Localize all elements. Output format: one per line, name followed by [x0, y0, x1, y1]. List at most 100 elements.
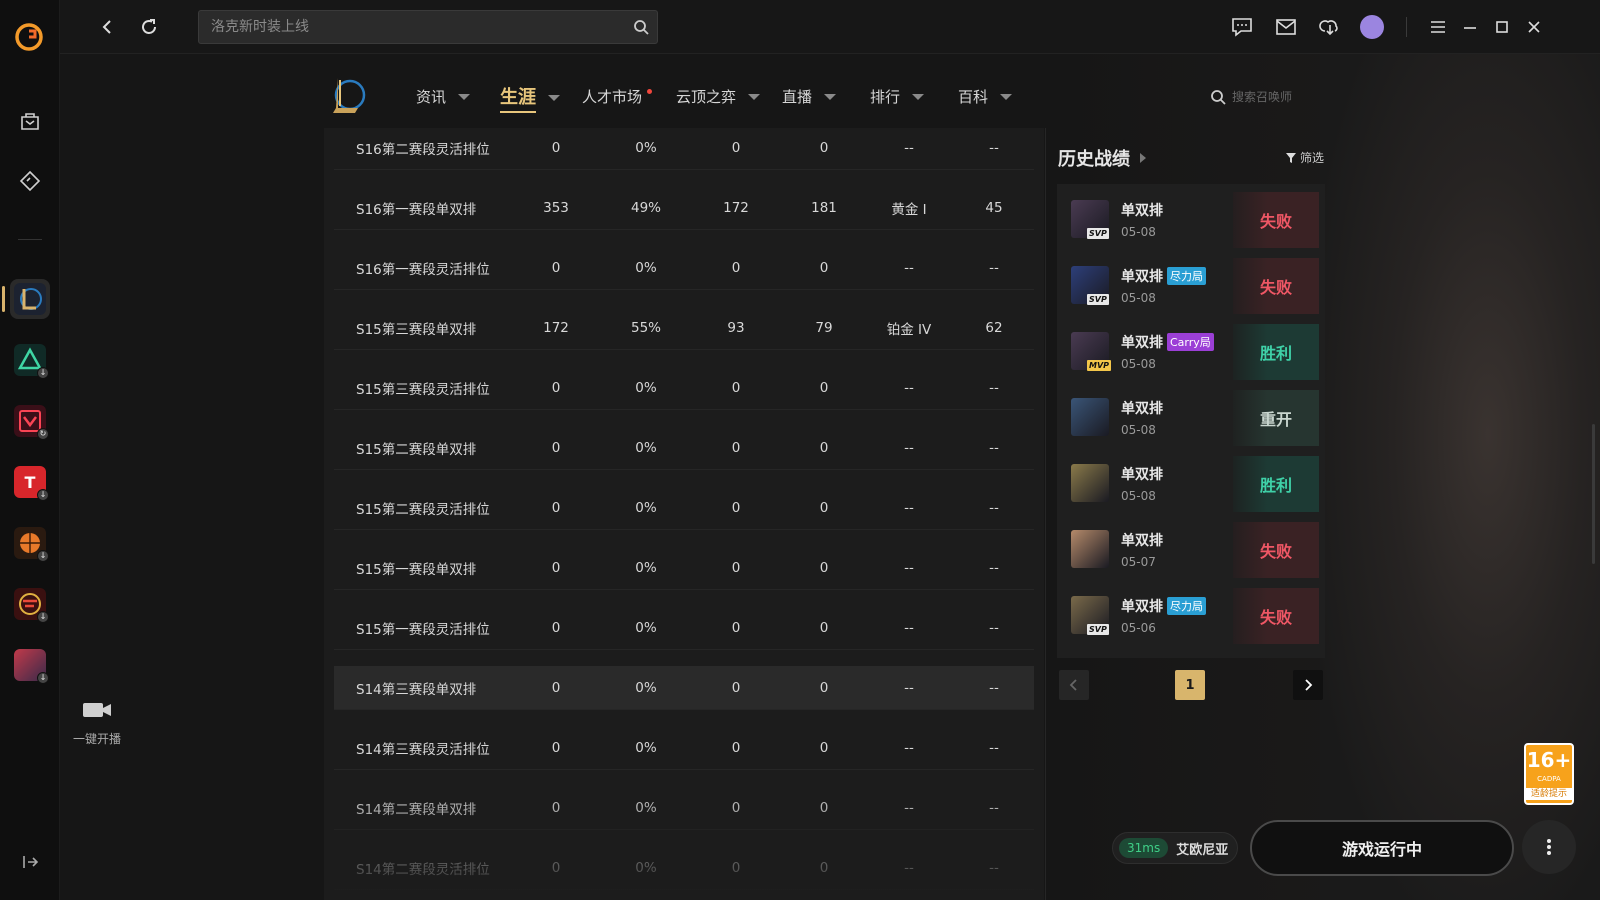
stat-cell: --	[989, 439, 999, 456]
table-row[interactable]: S14第三赛段灵活排位 0 0% 0 0 -- --	[334, 726, 1034, 770]
season-stats-table[interactable]: S16第二赛段灵活排位 0 0% 0 0 -- -- S16第一赛段单双排 353 49% 172 1…	[324, 128, 1044, 900]
stat-cell: 0	[551, 679, 561, 696]
match-date: 05-08	[1121, 489, 1156, 503]
mail-button[interactable]	[1274, 15, 1298, 39]
launch-game-button[interactable]: 游戏运行中	[1250, 820, 1514, 876]
server-status[interactable]: 31ms 艾欧尼亚	[1112, 832, 1238, 864]
nav-career[interactable]: 生涯	[500, 83, 560, 113]
history-title[interactable]: 历史战绩	[1058, 145, 1146, 171]
next-page-button[interactable]	[1293, 670, 1323, 700]
nav-news[interactable]: 资讯	[416, 86, 471, 107]
match-item[interactable]: 单双排 05-07 失败	[1063, 516, 1319, 578]
page-scrollbar[interactable]	[1592, 424, 1595, 564]
download-icon	[1319, 20, 1338, 36]
summoner-search[interactable]: 搜索召唤师	[1210, 88, 1292, 105]
maximize-button[interactable]	[1490, 15, 1514, 39]
champion-portrait	[1071, 398, 1109, 436]
table-row[interactable]: S15第三赛段灵活排位 0 0% 0 0 -- --	[334, 366, 1034, 410]
match-result: 失败	[1233, 192, 1319, 248]
nav-tft[interactable]: 云顶之弈	[676, 86, 761, 107]
filter-button[interactable]: 筛选	[1286, 149, 1324, 166]
app-logo-icon[interactable]	[14, 22, 44, 52]
game-cf[interactable]: ↓	[10, 584, 50, 624]
caret-down-icon	[748, 93, 761, 100]
stat-cell: 0	[819, 619, 829, 636]
table-row[interactable]: S14第三赛段单双排 0 0% 0 0 -- --	[334, 666, 1034, 710]
page-number-button[interactable]: 1	[1175, 670, 1205, 700]
stat-cell: --	[904, 619, 914, 636]
table-row[interactable]: S15第二赛段灵活排位 0 0% 0 0 -- --	[334, 486, 1034, 530]
search-icon[interactable]	[633, 19, 649, 35]
chat-button[interactable]	[1230, 15, 1254, 39]
expand-rail-icon[interactable]	[20, 852, 40, 872]
global-search-input[interactable]	[211, 11, 611, 43]
game-basketball[interactable]: ↓	[10, 523, 50, 563]
table-row[interactable]: S15第三赛段单双排 172 55% 93 79 铂金 IV 62	[334, 306, 1034, 350]
nav-live[interactable]: 直播	[782, 86, 837, 107]
match-mode-label: 单双排	[1121, 467, 1163, 483]
ping-badge: 31ms	[1119, 838, 1169, 858]
table-row[interactable]: S16第一赛段单双排 353 49% 172 181 黄金 I 45	[334, 186, 1034, 230]
user-avatar-button[interactable]	[1360, 15, 1384, 39]
game-lol[interactable]	[10, 279, 50, 319]
stat-cell: 0	[551, 259, 561, 276]
nav-wiki[interactable]: 百科	[958, 86, 1013, 107]
match-mode-label: 单双排	[1121, 533, 1163, 549]
table-row[interactable]: S16第二赛段灵活排位 0 0% 0 0 -- --	[334, 128, 1034, 170]
match-item[interactable]: MVP 单双排 Carry局 05-08 胜利	[1063, 318, 1319, 380]
minimize-icon	[1464, 27, 1476, 29]
download-badge-icon: ↓	[37, 550, 49, 562]
history-title-label: 历史战绩	[1058, 149, 1130, 170]
table-row[interactable]: S14第二赛段灵活排位 0 0% 0 0 -- --	[334, 846, 1034, 890]
refresh-button[interactable]	[136, 14, 162, 40]
close-button[interactable]	[1522, 15, 1546, 39]
table-row[interactable]: S15第一赛段灵活排位 0 0% 0 0 -- --	[334, 606, 1034, 650]
table-row[interactable]: S14第二赛段单双排 0 0% 0 0 -- --	[334, 786, 1034, 830]
back-button[interactable]	[94, 14, 120, 40]
store-icon[interactable]	[15, 106, 45, 136]
maximize-icon	[1496, 21, 1508, 33]
match-item[interactable]: SVP 单双排 05-08 失败	[1063, 186, 1319, 248]
stat-cell: 0%	[635, 739, 657, 756]
stat-cell: 172	[543, 319, 569, 336]
stat-cell: --	[989, 379, 999, 396]
match-item[interactable]: 单双排 05-08 胜利	[1063, 450, 1319, 512]
games-library-icon[interactable]	[15, 166, 45, 196]
game-valorant[interactable]: ↻	[10, 401, 50, 441]
stat-cell: 0	[551, 739, 561, 756]
stat-cell: 0%	[635, 259, 657, 276]
match-date: 05-06	[1121, 621, 1156, 635]
app-window: ↓ ↻ T ↓ ↓ ↓ ↓ 一键开播 洛克新时装上线 资讯 生涯 人才市场 云顶…	[0, 0, 1600, 900]
table-row[interactable]: S15第一赛段单双排 0 0% 0 0 -- --	[334, 546, 1034, 590]
match-item[interactable]: SVP 单双排 尽力局 05-08 失败	[1063, 252, 1319, 314]
season-name-cell: S15第一赛段单双排	[356, 561, 477, 578]
table-row[interactable]: S16第一赛段灵活排位 0 0% 0 0 -- --	[334, 246, 1034, 290]
table-row[interactable]: S15第二赛段单双排 0 0% 0 0 -- --	[334, 426, 1034, 470]
match-item[interactable]: SVP 单双排 尽力局 05-06 失败	[1063, 582, 1319, 644]
chevron-right-icon	[1305, 679, 1313, 691]
stat-cell: 0	[731, 559, 741, 576]
more-options-button[interactable]	[1522, 820, 1576, 874]
download-manager-button[interactable]	[1318, 15, 1342, 39]
match-item[interactable]: 单双排 05-08 重开	[1063, 384, 1319, 446]
nav-ranking[interactable]: 排行	[870, 86, 925, 107]
stat-cell: 353	[543, 199, 569, 216]
caret-down-icon	[548, 95, 560, 101]
update-badge-icon: ↻	[37, 428, 49, 440]
global-search[interactable]	[198, 10, 658, 44]
stat-cell: 0	[551, 379, 561, 396]
prev-page-button[interactable]	[1059, 670, 1089, 700]
game-t-app[interactable]: T ↓	[10, 462, 50, 502]
stat-cell: 55%	[630, 319, 661, 336]
minimize-button[interactable]	[1458, 15, 1482, 39]
match-result: 胜利	[1233, 456, 1319, 512]
game-tft[interactable]: ↓	[10, 340, 50, 380]
game-anime[interactable]: ↓	[10, 645, 50, 685]
menu-button[interactable]	[1426, 15, 1450, 39]
lol-logo-icon[interactable]	[328, 74, 368, 116]
season-name-cell: S14第三赛段单双排	[356, 681, 477, 698]
stat-cell: 0	[551, 619, 561, 636]
nav-talent-market[interactable]: 人才市场	[582, 86, 653, 107]
one-click-stream-button[interactable]: 一键开播	[66, 700, 128, 747]
match-result: 胜利	[1233, 324, 1319, 380]
